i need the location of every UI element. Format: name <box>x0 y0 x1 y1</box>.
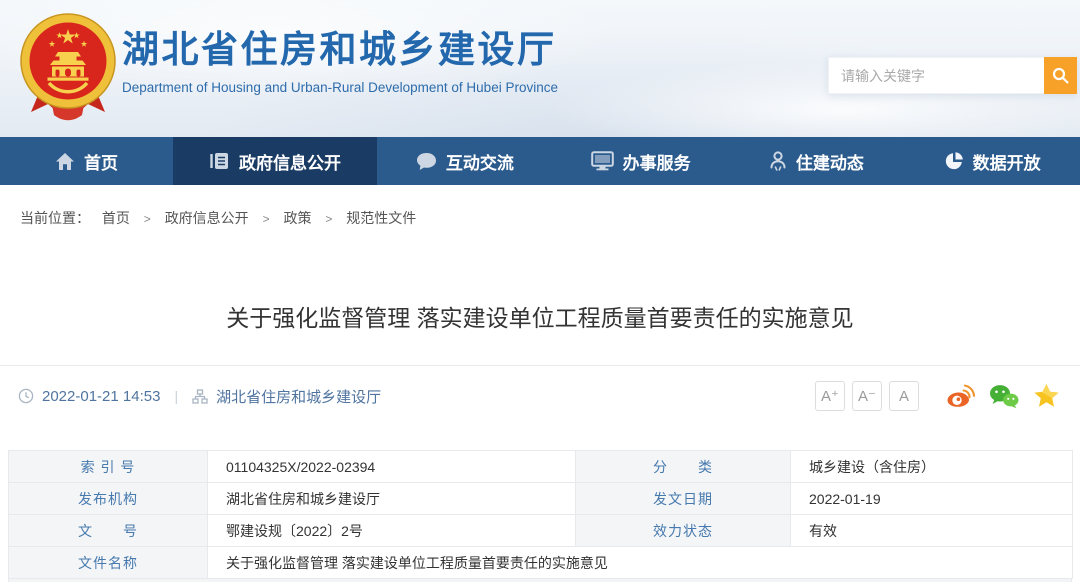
chat-bubble-icon <box>416 152 437 171</box>
nav-item-news[interactable]: 住建动态 <box>729 137 905 185</box>
person-icon <box>769 151 787 171</box>
weibo-icon[interactable] <box>946 384 975 408</box>
breadcrumb-separator: > <box>144 212 151 226</box>
meta-label-validity: 效力状态 <box>576 515 791 547</box>
nav-item-label: 住建动态 <box>796 149 864 174</box>
pie-chart-icon <box>944 151 964 171</box>
magnifier-icon <box>1052 67 1069 84</box>
meta-label-issue-date: 发文日期 <box>576 483 791 515</box>
nav-item-services[interactable]: 办事服务 <box>553 137 729 185</box>
nav-item-gov-info[interactable]: 政府信息公开 <box>173 137 377 185</box>
publish-datetime: 2022-01-21 14:53 <box>42 388 160 405</box>
qzone-star-icon[interactable] <box>1033 383 1060 409</box>
meta-label-index-no: 索 引 号 <box>9 451 208 483</box>
nav-item-label: 政府信息公开 <box>239 149 341 174</box>
meta-label-category: 分 类 <box>576 451 791 483</box>
article-source: 湖北省住房和城乡建设厅 <box>216 386 381 407</box>
organization-icon <box>192 389 208 404</box>
site-title: 湖北省住房和城乡建设厅 <box>122 29 558 72</box>
meta-label-issuing-agency: 发布机构 <box>9 483 208 515</box>
nav-item-label: 数据开放 <box>973 149 1041 174</box>
monitor-icon <box>591 151 614 171</box>
breadcrumb: 当前位置： 首页 > 政府信息公开 > 政策 > 规范性文件 <box>0 185 1080 227</box>
table-row: 发布机构 湖北省住房和城乡建设厅 发文日期 2022-01-19 <box>9 483 1073 515</box>
breadcrumb-item-policy[interactable]: 政策 <box>283 210 311 226</box>
breadcrumb-item-gov-info[interactable]: 政府信息公开 <box>165 210 249 226</box>
search-input[interactable] <box>828 57 1044 94</box>
divider <box>0 365 1080 366</box>
next-row-clipped <box>8 579 1072 582</box>
clock-icon <box>18 388 34 404</box>
meta-separator: | <box>174 388 178 404</box>
document-metadata-table: 索 引 号 01104325X/2022-02394 分 类 城乡建设（含住房）… <box>8 450 1072 579</box>
nav-item-interaction[interactable]: 互动交流 <box>377 137 553 185</box>
nav-item-label: 首页 <box>84 149 118 174</box>
home-icon <box>55 152 75 171</box>
breadcrumb-separator: > <box>263 212 270 226</box>
meta-value-validity: 有效 <box>791 515 1073 547</box>
search-button[interactable] <box>1044 57 1077 94</box>
nav-item-label: 互动交流 <box>446 149 514 174</box>
main-nav: 首页 政府信息公开 互动交流 办事服务 住建动态 数据开放 <box>0 137 1080 185</box>
meta-value-category: 城乡建设（含住房） <box>791 451 1073 483</box>
meta-label-doc-title: 文件名称 <box>9 547 208 579</box>
nav-item-label: 办事服务 <box>623 149 691 174</box>
nav-item-open-data[interactable]: 数据开放 <box>904 137 1080 185</box>
national-emblem-icon <box>18 10 118 124</box>
article-meta-row: 2022-01-21 14:53 | 湖北省住房和城乡建设厅 A⁺ A⁻ A <box>0 378 1080 414</box>
meta-label-doc-no: 文 号 <box>9 515 208 547</box>
article-title: 关于强化监督管理 落实建设单位工程质量首要责任的实施意见 <box>0 303 1080 333</box>
breadcrumb-label: 当前位置： <box>20 210 90 226</box>
breadcrumb-item-home[interactable]: 首页 <box>102 210 130 226</box>
site-subtitle: Department of Housing and Urban-Rural De… <box>122 80 558 95</box>
meta-value-doc-title: 关于强化监督管理 落实建设单位工程质量首要责任的实施意见 <box>208 547 1073 579</box>
meta-value-index-no: 01104325X/2022-02394 <box>208 451 576 483</box>
document-icon <box>209 151 230 171</box>
table-row: 文 号 鄂建设规〔2022〕2号 效力状态 有效 <box>9 515 1073 547</box>
font-decrease-button[interactable]: A⁻ <box>852 381 882 411</box>
table-row: 索 引 号 01104325X/2022-02394 分 类 城乡建设（含住房） <box>9 451 1073 483</box>
search-box <box>828 57 1077 94</box>
breadcrumb-item-normative-docs[interactable]: 规范性文件 <box>346 210 416 226</box>
font-reset-button[interactable]: A <box>889 381 919 411</box>
font-increase-button[interactable]: A⁺ <box>815 381 845 411</box>
meta-value-issuing-agency: 湖北省住房和城乡建设厅 <box>208 483 576 515</box>
meta-value-doc-no: 鄂建设规〔2022〕2号 <box>208 515 576 547</box>
breadcrumb-separator: > <box>325 212 332 226</box>
meta-value-issue-date: 2022-01-19 <box>791 483 1073 515</box>
nav-item-home[interactable]: 首页 <box>0 137 173 185</box>
wechat-icon[interactable] <box>989 384 1019 409</box>
table-row: 文件名称 关于强化监督管理 落实建设单位工程质量首要责任的实施意见 <box>9 547 1073 579</box>
site-header: 湖北省住房和城乡建设厅 Department of Housing and Ur… <box>0 0 1080 137</box>
